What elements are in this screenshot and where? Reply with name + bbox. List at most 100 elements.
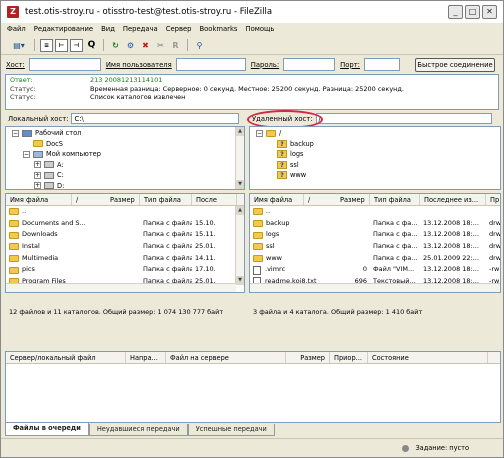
username-input[interactable] bbox=[175, 58, 246, 71]
local-column-header[interactable]: / bbox=[72, 194, 106, 205]
tree-item[interactable]: − / bbox=[250, 128, 500, 139]
table-row[interactable]: .vimrc 0 Файл "VIM... 13.12.2008 18:... -rw bbox=[250, 264, 500, 276]
queue-column-header[interactable]: Состояние bbox=[368, 352, 488, 363]
log-key: Статус: bbox=[10, 84, 36, 93]
tree-item[interactable]: ? logs bbox=[250, 149, 500, 160]
expand-icon[interactable]: + bbox=[34, 161, 41, 169]
file-permissions: drw bbox=[489, 253, 500, 262]
local-column-header[interactable]: Тип файла bbox=[140, 194, 192, 205]
process-queue-icon[interactable]: ⚙ bbox=[124, 39, 137, 52]
queue-tab[interactable]: Файлы в очереди bbox=[5, 423, 89, 436]
table-row[interactable]: .. bbox=[6, 206, 244, 218]
file-type: Папка с фа... bbox=[373, 230, 418, 239]
tree-item[interactable]: ? www bbox=[250, 170, 500, 181]
remote-column-header[interactable]: Пр bbox=[486, 194, 500, 205]
remote-column-header[interactable]: / bbox=[304, 194, 336, 205]
expand-icon[interactable]: + bbox=[34, 171, 41, 179]
minimize-icon[interactable]: _ bbox=[448, 5, 463, 19]
queue-column-header[interactable]: Размер bbox=[286, 352, 330, 363]
file-name-cell: logs bbox=[250, 229, 336, 241]
queue-column-header[interactable]: Сервер/локальный файл bbox=[6, 352, 126, 363]
collapse-icon[interactable]: − bbox=[12, 129, 19, 137]
local-list-hscrollbar[interactable] bbox=[6, 283, 236, 292]
quickconnect-button[interactable]: Быстрое соединение bbox=[415, 58, 495, 72]
toggle-queue-icon[interactable]: Q bbox=[85, 39, 98, 52]
queue-tab[interactable]: Успешные передачи bbox=[187, 424, 275, 436]
remote-list-hscrollbar[interactable] bbox=[250, 283, 500, 292]
password-input[interactable] bbox=[283, 58, 336, 71]
table-row[interactable]: ssl Папка с фа... 13.12.2008 18:... drw bbox=[250, 241, 500, 253]
local-path-input[interactable]: C:\ bbox=[71, 113, 240, 124]
remote-list-header: Имя файла / Размер Тип файла Последнее из...… bbox=[250, 194, 500, 206]
remote-column-header[interactable]: Размер bbox=[336, 194, 370, 205]
file-name: ssl bbox=[266, 242, 275, 251]
table-row[interactable]: logs Папка с фа... 13.12.2008 18:... drw bbox=[250, 229, 500, 241]
table-row[interactable]: .. bbox=[250, 206, 500, 218]
table-row[interactable]: Documents and S... Папка с файлами15.10. bbox=[6, 218, 244, 230]
port-input[interactable] bbox=[363, 58, 400, 71]
file-size bbox=[106, 241, 140, 253]
table-row[interactable]: Downloads Папка с файлами15.11. bbox=[6, 229, 244, 241]
queue-column-header[interactable]: Файл на сервере bbox=[166, 352, 286, 363]
cancel-icon[interactable]: ✖ bbox=[139, 39, 152, 52]
file-name: Documents and S... bbox=[22, 218, 86, 227]
queue-column-header[interactable]: Напра... bbox=[126, 352, 166, 363]
menu-item[interactable]: Передача bbox=[119, 25, 162, 33]
local-column-header[interactable]: Размер bbox=[106, 194, 140, 205]
queue-tab[interactable]: Неудавшиеся передачи bbox=[88, 424, 188, 436]
menu-item[interactable]: Редактирование bbox=[30, 25, 97, 33]
table-row[interactable]: backup Папка с фа... 13.12.2008 18:... drw bbox=[250, 218, 500, 230]
toggle-remote-tree-icon[interactable]: ⊣ bbox=[70, 38, 83, 52]
compare-icon[interactable]: ⚲ bbox=[193, 39, 206, 52]
remote-column-header[interactable]: Тип файла bbox=[370, 194, 420, 205]
file-permissions bbox=[486, 206, 500, 218]
refresh-icon[interactable]: ↻ bbox=[109, 39, 122, 52]
local-tree-scrollbar[interactable]: ▲ ▼ bbox=[235, 127, 244, 189]
tree-item[interactable]: + D: bbox=[6, 181, 244, 189]
scroll-down-icon[interactable]: ▼ bbox=[236, 276, 244, 285]
scroll-up-icon[interactable]: ▲ bbox=[236, 206, 244, 215]
tree-item[interactable]: ? backup bbox=[250, 139, 500, 150]
tree-item[interactable]: + C: bbox=[6, 170, 244, 181]
tree-item[interactable]: − Мой компьютер bbox=[6, 149, 244, 160]
reconnect-icon[interactable]: R bbox=[169, 39, 182, 52]
disconnect-icon[interactable]: ✂ bbox=[154, 39, 167, 52]
local-column-header[interactable]: Имя файла bbox=[6, 194, 72, 205]
local-column-header[interactable]: После bbox=[192, 194, 237, 205]
scroll-down-icon[interactable]: ▼ bbox=[236, 180, 244, 189]
close-icon[interactable]: ✕ bbox=[482, 5, 497, 19]
menu-item[interactable]: Bookmarks bbox=[195, 25, 241, 33]
tree-item[interactable]: ? ssl bbox=[250, 160, 500, 171]
toolbar-separator bbox=[103, 39, 104, 51]
remote-column-header[interactable]: Имя файла bbox=[250, 194, 304, 205]
file-size bbox=[106, 206, 140, 218]
local-list-scrollbar[interactable]: ▲ ▼ bbox=[235, 206, 244, 285]
tree-item-label: backup bbox=[290, 139, 314, 148]
tree-item[interactable]: + A: bbox=[6, 160, 244, 171]
table-row[interactable]: www Папка с фа... 25.01.2009 22:... drw bbox=[250, 253, 500, 265]
queue-column-header[interactable]: Приор... bbox=[330, 352, 368, 363]
table-row[interactable]: Multimedia Папка с файлами14.11. bbox=[6, 253, 244, 265]
tree-item[interactable]: DocS bbox=[6, 139, 244, 150]
folder-icon bbox=[253, 255, 263, 263]
collapse-icon[interactable]: − bbox=[256, 129, 263, 137]
maximize-icon[interactable]: □ bbox=[465, 5, 480, 19]
remote-path-input[interactable]: / bbox=[315, 113, 492, 124]
collapse-icon[interactable]: − bbox=[23, 150, 30, 158]
menu-item[interactable]: Файл bbox=[1, 25, 30, 33]
table-row[interactable]: Instal Папка с файлами25.01. bbox=[6, 241, 244, 253]
menu-item[interactable]: Вид bbox=[97, 25, 119, 33]
host-input[interactable] bbox=[28, 58, 101, 71]
menu-item[interactable]: Помощь bbox=[241, 25, 278, 33]
toggle-log-icon[interactable]: ≡ bbox=[40, 38, 53, 52]
menu-item[interactable]: Сервер bbox=[162, 25, 196, 33]
remote-column-header[interactable]: Последнее из... bbox=[420, 194, 486, 205]
file-date: 13.12.2008 18:... bbox=[423, 242, 479, 251]
expand-icon[interactable]: + bbox=[34, 182, 41, 189]
filezilla-window: Z test.otis-stroy.ru - otisstro-test@tes… bbox=[0, 0, 504, 458]
tree-item[interactable]: − Рабочий стол bbox=[6, 128, 244, 139]
toggle-local-tree-icon[interactable]: ⊢ bbox=[55, 38, 68, 52]
scroll-up-icon[interactable]: ▲ bbox=[236, 127, 244, 136]
site-manager-icon[interactable]: ▤▾ bbox=[9, 39, 29, 52]
table-row[interactable]: pics Папка с файлами17.10. bbox=[6, 264, 244, 276]
